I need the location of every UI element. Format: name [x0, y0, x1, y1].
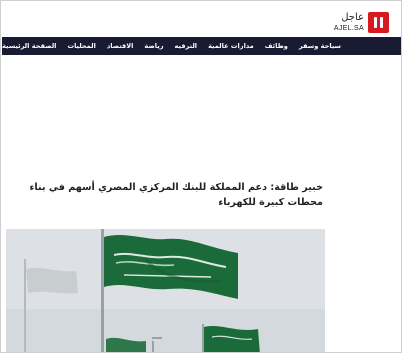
- nav-item-world[interactable]: مدارات عالمية: [208, 42, 254, 50]
- site-header: عاجل AJEL.SA: [2, 2, 401, 37]
- nav-item-jobs[interactable]: وظائف: [265, 42, 288, 50]
- page-frame: عاجل AJEL.SA الصفحة الرئيسية المحليات ال…: [0, 0, 402, 353]
- logo-arabic-text: عاجل: [341, 11, 364, 23]
- nav-item-travel[interactable]: سياحة وسفر: [299, 42, 341, 50]
- logo-text: عاجل AJEL.SA: [333, 11, 364, 32]
- nav-item-local[interactable]: المحليات: [67, 42, 95, 50]
- nav-item-entertainment[interactable]: الترفيه: [175, 42, 198, 50]
- flags-photo-illustration: [6, 229, 325, 352]
- nav-item-sports[interactable]: رياضة: [144, 42, 163, 50]
- ad-placeholder: [2, 55, 401, 175]
- article-image[interactable]: [6, 229, 325, 352]
- site-logo[interactable]: عاجل AJEL.SA: [334, 9, 389, 35]
- logo-mark-icon: [368, 11, 389, 33]
- logo-latin-text: AJEL.SA: [333, 24, 364, 32]
- main-navigation: الصفحة الرئيسية المحليات الاقتصاد رياضة …: [2, 37, 401, 55]
- nav-item-home[interactable]: الصفحة الرئيسية: [2, 42, 56, 50]
- nav-item-economy[interactable]: الاقتصاد: [107, 42, 134, 50]
- article-headline[interactable]: خبير طاقة: دعم المملكة للبنك المركزي الم…: [23, 180, 323, 210]
